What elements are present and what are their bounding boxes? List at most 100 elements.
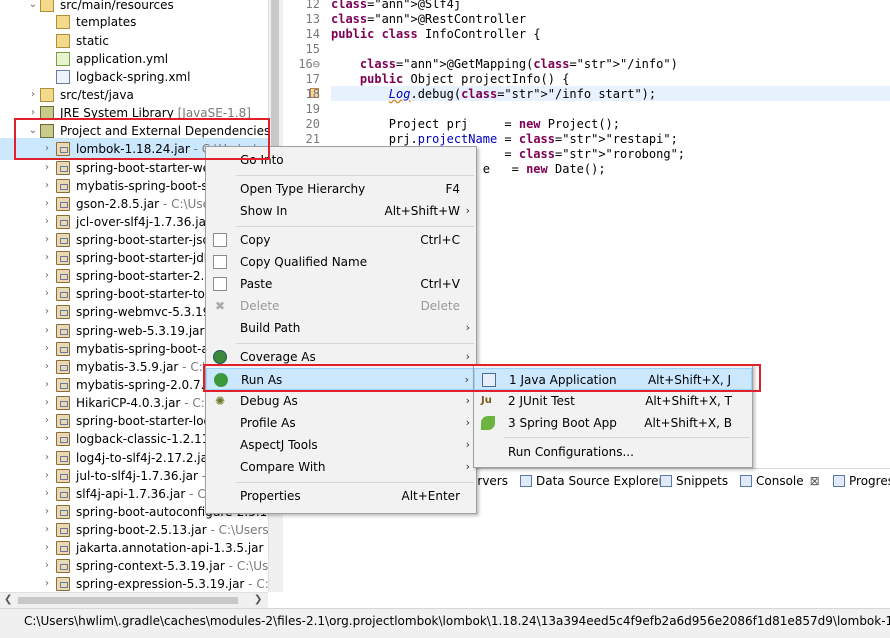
code-line[interactable]: class="ann">@GetMapping(class="str">"/in… bbox=[331, 57, 678, 72]
menu-separator bbox=[236, 226, 474, 227]
annotation-box-dependencies bbox=[14, 118, 270, 160]
status-path: C:\Users\hwlim\.gradle\caches\modules-2\… bbox=[24, 614, 890, 628]
annotation-box-run-as bbox=[203, 364, 761, 392]
menu-item-aspectj-tools[interactable]: AspectJ Tools › bbox=[206, 434, 476, 456]
menu-item-shortcut: Alt+Shift+X, T bbox=[645, 394, 732, 408]
tree-item-name: mybatis-spring-boot-sta bbox=[76, 179, 220, 193]
submenu-arrow-icon: › bbox=[465, 460, 470, 473]
scroll-left-icon[interactable]: ❮ bbox=[4, 594, 12, 605]
tree-item-name: mybatis-spring-2.0.7.jar bbox=[76, 378, 221, 392]
code-line[interactable]: public class InfoController { bbox=[331, 27, 541, 42]
menu-item-open-type-hierarchy[interactable]: Open Type Hierarchy F4 bbox=[206, 178, 476, 200]
code-line[interactable]: Log.debug(class="str">"/info start"); bbox=[331, 87, 656, 102]
tab-label: Console bbox=[756, 474, 804, 488]
xml-file-icon bbox=[56, 70, 70, 84]
tree-item-name: static bbox=[76, 34, 109, 48]
menu-item-copy[interactable]: Copy Ctrl+C bbox=[206, 229, 476, 251]
menu-item-shortcut: F4 bbox=[445, 182, 460, 196]
jar-icon bbox=[56, 287, 70, 301]
tree-item-name: mybatis-spring-boot-aut bbox=[76, 342, 222, 356]
copy-qualified-icon bbox=[213, 255, 227, 269]
tree-item-name: jakarta.annotation-api-1.3.5.jar bbox=[76, 541, 264, 555]
menu-item-properties[interactable]: Properties Alt+Enter bbox=[206, 485, 476, 507]
tree-item-name: HikariCP-4.0.3.jar bbox=[76, 396, 181, 410]
tree-item-name: logback-classic-1.2.11.ja bbox=[76, 432, 224, 446]
jar-icon bbox=[56, 215, 70, 229]
menu-item-label: Compare With bbox=[240, 460, 326, 474]
jar-icon bbox=[56, 487, 70, 501]
paste-icon bbox=[213, 277, 227, 291]
jar-icon bbox=[56, 197, 70, 211]
menu-separator bbox=[236, 175, 474, 176]
code-line[interactable]: public Object projectInfo() { bbox=[331, 72, 570, 87]
menu-item-shortcut: Alt+Enter bbox=[401, 489, 460, 503]
tab-label: Progres bbox=[849, 474, 890, 488]
menu-item-paste[interactable]: Paste Ctrl+V bbox=[206, 273, 476, 295]
menu-item-label: Profile As bbox=[240, 416, 296, 430]
submenu-arrow-icon: › bbox=[465, 321, 470, 334]
tree-item-name: application.yml bbox=[76, 52, 169, 66]
folder-icon bbox=[56, 15, 70, 29]
jar-icon bbox=[56, 469, 70, 483]
menu-item-copy-qualified-name[interactable]: Copy Qualified Name bbox=[206, 251, 476, 273]
menu-item-shortcut: Alt+Shift+X, B bbox=[644, 416, 732, 430]
jar-icon bbox=[56, 505, 70, 519]
tree-item-suffix: - C: bbox=[180, 396, 205, 410]
close-icon[interactable]: ⊠ bbox=[810, 474, 820, 488]
tab-console[interactable]: Console ⊠ bbox=[740, 470, 820, 492]
line-number: 18 bbox=[305, 87, 320, 101]
menu-item-build-path[interactable]: Build Path › bbox=[206, 317, 476, 339]
tree-item-name: spring-expression-5.3.19.jar bbox=[76, 577, 245, 591]
jar-icon bbox=[56, 451, 70, 465]
code-line[interactable]: class="ann">@Slf4j bbox=[331, 0, 461, 12]
menu-item-label: 3 Spring Boot App bbox=[508, 416, 617, 430]
tree-item-name: spring-boot-starter-web bbox=[76, 161, 218, 175]
line-number: 15 bbox=[305, 42, 320, 56]
line-number: 17 bbox=[305, 72, 320, 86]
tab-label: Snippets bbox=[676, 474, 729, 488]
tab-progres[interactable]: Progres bbox=[833, 470, 890, 492]
menu-item-run-configurations-[interactable]: Run Configurations... bbox=[474, 441, 752, 463]
debug-icon: ✺ bbox=[214, 394, 226, 408]
tree-item-name: spring-web-5.3.19.jar bbox=[76, 324, 205, 338]
jar-icon bbox=[56, 179, 70, 193]
tree-item-name: mybatis-3.5.9.jar bbox=[76, 360, 179, 374]
menu-item-label: 2 JUnit Test bbox=[508, 394, 575, 408]
menu-item-debug-as[interactable]: ✺ Debug As › bbox=[206, 390, 476, 412]
line-number: 19 bbox=[305, 102, 320, 116]
menu-item-label: Debug As bbox=[240, 394, 298, 408]
menu-separator bbox=[236, 343, 474, 344]
tab-snippets[interactable]: Snippets bbox=[660, 470, 728, 492]
tree-item-name: spring-boot-starter-tom bbox=[76, 287, 217, 301]
jar-icon bbox=[56, 432, 70, 446]
code-line[interactable]: Project prj = new Project(); bbox=[331, 117, 620, 132]
tree-item-name: logback-spring.xml bbox=[76, 70, 191, 84]
jar-icon bbox=[56, 305, 70, 319]
menu-item-shortcut: Ctrl+V bbox=[420, 277, 460, 291]
menu-item-profile-as[interactable]: Profile As › bbox=[206, 412, 476, 434]
menu-item-show-in[interactable]: Show In Alt+Shift+W › bbox=[206, 200, 476, 222]
code-line[interactable]: prj.projectName = class="str">"restapi"; bbox=[331, 132, 678, 147]
menu-separator bbox=[236, 482, 474, 483]
explorer-horizontal-scroll-thumb[interactable] bbox=[18, 597, 238, 604]
tree-item-name: spring-boot-starter-jdbc bbox=[76, 251, 219, 265]
tree-item-name: src/test/java bbox=[60, 88, 134, 102]
jar-icon bbox=[56, 541, 70, 555]
jar-icon bbox=[56, 559, 70, 573]
code-line[interactable]: class="ann">@RestController bbox=[331, 12, 526, 27]
menu-item-2-junit-test[interactable]: Ju 2 JUnit Test Alt+Shift+X, T bbox=[474, 390, 752, 412]
tab-label: Data Source Explorer bbox=[536, 474, 664, 488]
line-number: 21 bbox=[305, 132, 320, 146]
tree-item-name: spring-boot-starter-logg bbox=[76, 414, 219, 428]
data-source-icon bbox=[520, 475, 532, 487]
tree-item-name: spring-boot-2.5.13.jar bbox=[76, 523, 207, 537]
menu-item-compare-with[interactable]: Compare With › bbox=[206, 456, 476, 478]
copy-icon bbox=[213, 233, 227, 247]
jar-icon bbox=[56, 342, 70, 356]
line-number: 13 bbox=[305, 12, 320, 26]
scroll-right-icon[interactable]: ❯ bbox=[254, 594, 262, 605]
menu-item-3-spring-boot-app[interactable]: 3 Spring Boot App Alt+Shift+X, B bbox=[474, 412, 752, 434]
tab-data-source-explorer[interactable]: Data Source Explorer bbox=[520, 470, 663, 492]
junit-icon: Ju bbox=[481, 395, 492, 406]
tree-item-name: spring-webmvc-5.3.19.ja bbox=[76, 305, 225, 319]
